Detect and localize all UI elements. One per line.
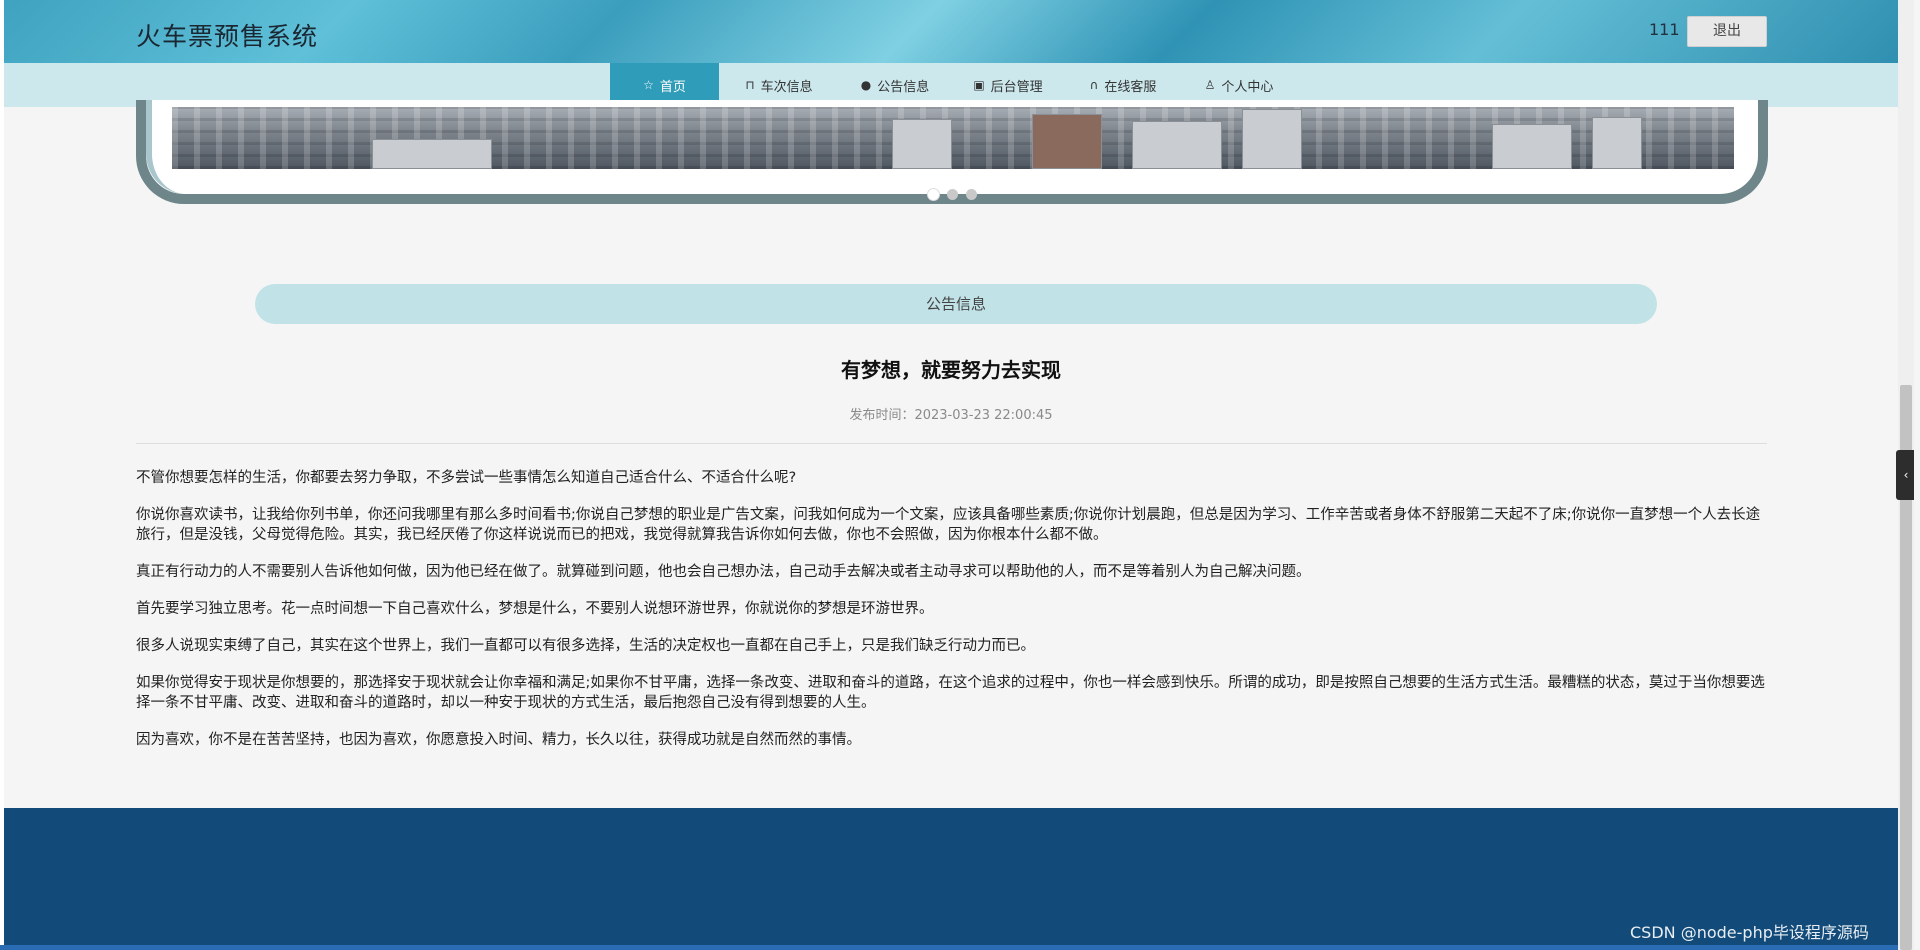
bag-icon: ⊓ [745, 78, 755, 92]
nav-item-label: 个人中心 [1221, 79, 1274, 95]
nav-item-label: 在线客服 [1104, 79, 1157, 95]
page: 火车票预售系统 111 退出 ☆ 首页 ⊓ 车次信息 ● 公告信息 ▣ 后台管理… [4, 0, 1898, 950]
window-edge [1914, 0, 1920, 950]
site-title: 火车票预售系统 [136, 22, 319, 51]
top-header: 火车票预售系统 111 退出 [4, 0, 1898, 63]
banner-building [1032, 114, 1102, 169]
watermark: CSDN @node-php毕设程序源码 [1630, 923, 1869, 942]
nav-item-label: 公告信息 [877, 79, 930, 95]
alert-icon: ● [860, 78, 872, 92]
article-paragraph: 如果你觉得安于现状是你想要的，那选择安于现状就会让你幸福和满足;如果你不甘平庸，… [136, 675, 1765, 711]
banner-building [1592, 117, 1642, 169]
article-paragraph: 你说你喜欢读书，让我给你列书单，你还问我哪里有那么多时间看书;你说自己梦想的职业… [136, 507, 1761, 543]
footer-strip [0, 945, 1898, 950]
publish-time: 发布时间：2023-03-23 22:00:45 [849, 408, 1053, 423]
chevron-left-icon: ‹ [1903, 468, 1909, 482]
banner-image[interactable] [172, 107, 1734, 169]
article-paragraph: 不管你想要怎样的生活，你都要去努力争取，不多尝试一些事情怎么知道自己适合什么、不… [136, 470, 797, 486]
nav-item-label: 后台管理 [990, 79, 1043, 95]
article-paragraph: 很多人说现实束缚了自己，其实在这个世界上，我们一直都可以有很多选择，生活的决定权… [136, 638, 1035, 654]
divider [136, 443, 1767, 444]
carousel-dots [928, 189, 977, 200]
star-icon: ☆ [643, 78, 654, 92]
article-paragraph: 首先要学习独立思考。花一点时间想一下自己喜欢什么，梦想是什么，不要别人说想环游世… [136, 601, 934, 617]
user-name: 111 [1649, 20, 1680, 39]
carousel-dot-2[interactable] [947, 189, 958, 200]
nav-item-label: 首页 [659, 79, 686, 95]
briefcase-icon: ▣ [973, 78, 985, 92]
side-toggle-button[interactable]: ‹ [1896, 450, 1916, 500]
headset-icon: ∩ [1089, 78, 1099, 92]
article-paragraph: 真正有行动力的人不需要别人告诉他如何做，因为他已经在做了。就算碰到问题，他也会自… [136, 564, 1311, 580]
section-header: 公告信息 [255, 284, 1657, 324]
logout-button[interactable]: 退出 [1687, 16, 1767, 47]
banner-building [1132, 121, 1222, 169]
nav-item-label: 车次信息 [760, 79, 813, 95]
banner-building [372, 139, 492, 169]
user-icon: ♙ [1204, 78, 1216, 92]
article-body: 不管你想要怎样的生活，你都要去努力争取，不多尝试一些事情怎么知道自己适合什么、不… [136, 468, 1767, 767]
footer [4, 808, 1898, 950]
banner-building [892, 119, 952, 169]
article-paragraph: 因为喜欢，你不是在苦苦坚持，也因为喜欢，你愿意投入时间、精力，长久以往，获得成功… [136, 732, 861, 748]
carousel-dot-1[interactable] [928, 189, 939, 200]
banner-building [1242, 109, 1302, 169]
carousel-dot-3[interactable] [966, 189, 977, 200]
banner-building [1492, 124, 1572, 169]
article-title: 有梦想，就要努力去实现 [841, 358, 1061, 382]
